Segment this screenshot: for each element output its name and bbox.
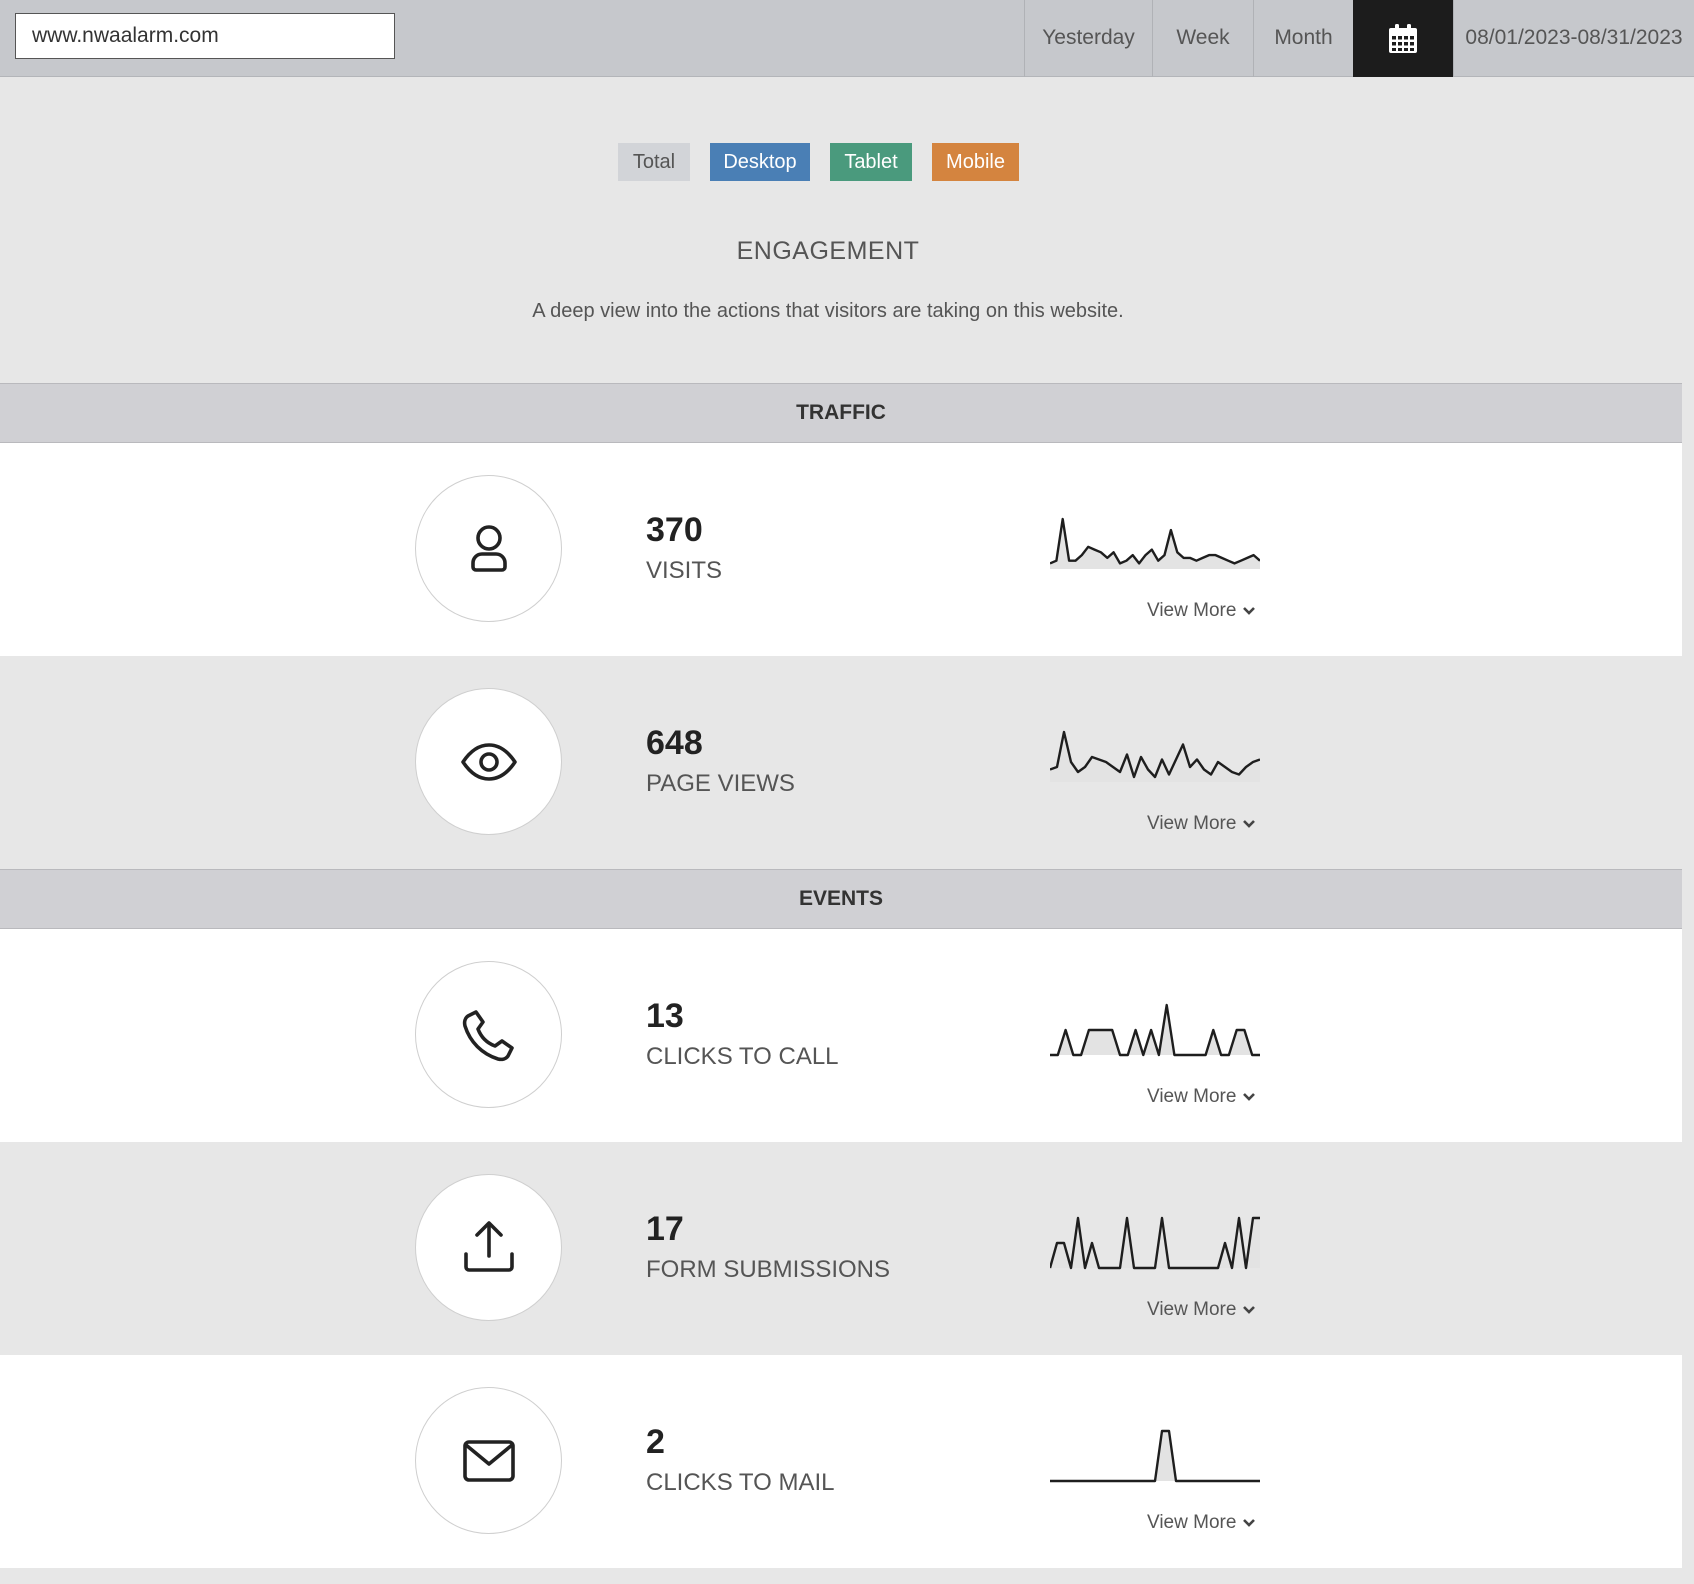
view-more-label: View More xyxy=(1147,1512,1237,1533)
chevron-down-icon xyxy=(1243,1519,1256,1527)
metric-row-clicks-to-mail: 2 CLICKS TO MAIL View More xyxy=(0,1355,1682,1568)
clicks-to-call-value: 13 xyxy=(646,997,684,1035)
range-yesterday-button[interactable]: Yesterday xyxy=(1024,0,1152,77)
clicks-to-mail-label: CLICKS TO MAIL xyxy=(646,1469,835,1496)
mail-icon xyxy=(463,1440,515,1482)
metric-row-page-views: 648 PAGE VIEWS View More xyxy=(0,656,1682,869)
visits-sparkline xyxy=(1050,517,1260,569)
filter-desktop-button[interactable]: Desktop xyxy=(710,143,810,181)
form-submissions-sparkline xyxy=(1050,1216,1260,1270)
calendar-button[interactable] xyxy=(1353,0,1453,77)
metric-row-form-submissions: 17 FORM SUBMISSIONS View More xyxy=(0,1142,1682,1355)
chevron-down-icon xyxy=(1243,1093,1256,1101)
icon-circle xyxy=(415,1174,562,1321)
traffic-section-header: TRAFFIC xyxy=(0,383,1682,443)
metric-row-clicks-to-call: 13 CLICKS TO CALL View More xyxy=(0,929,1682,1142)
phone-icon xyxy=(462,1010,514,1062)
calendar-icon xyxy=(1389,24,1417,53)
filter-total-button[interactable]: Total xyxy=(618,143,690,181)
range-month-button[interactable]: Month xyxy=(1253,0,1353,77)
sparkline-line xyxy=(1050,730,1260,779)
range-week-button[interactable]: Week xyxy=(1152,0,1253,77)
chevron-down-icon xyxy=(1243,607,1256,615)
metric-row-visits: 370 VISITS View More xyxy=(0,443,1682,656)
page-description: A deep view into the actions that visito… xyxy=(532,300,1124,322)
events-section-header: EVENTS xyxy=(0,869,1682,929)
clicks-to-mail-view-more-link[interactable]: View More xyxy=(1147,1512,1256,1534)
form-submissions-value: 17 xyxy=(646,1210,684,1248)
page-views-view-more-link[interactable]: View More xyxy=(1147,813,1256,835)
icon-circle xyxy=(415,961,562,1108)
sparkline-area xyxy=(1050,1005,1260,1055)
form-submissions-label: FORM SUBMISSIONS xyxy=(646,1256,891,1283)
page-views-value: 648 xyxy=(646,724,703,762)
filter-tablet-button[interactable]: Tablet xyxy=(830,143,912,181)
view-more-label: View More xyxy=(1147,813,1237,834)
visits-value: 370 xyxy=(646,511,703,549)
clicks-to-mail-value: 2 xyxy=(646,1423,665,1461)
icon-circle xyxy=(415,475,562,622)
visits-view-more-link[interactable]: View More xyxy=(1147,600,1256,622)
chevron-down-icon xyxy=(1243,1306,1256,1314)
visits-label: VISITS xyxy=(646,557,723,584)
clicks-to-mail-sparkline xyxy=(1050,1429,1260,1483)
form-submissions-view-more-link[interactable]: View More xyxy=(1147,1299,1256,1321)
sparkline-line xyxy=(1050,517,1260,565)
icon-circle xyxy=(415,688,562,835)
view-more-label: View More xyxy=(1147,1086,1237,1107)
page-title: ENGAGEMENT xyxy=(736,237,920,265)
date-range-display[interactable]: 08/01/2023-08/31/2023 xyxy=(1453,0,1694,77)
page-views-sparkline xyxy=(1050,730,1260,782)
view-more-label: View More xyxy=(1147,600,1237,621)
icon-circle xyxy=(415,1387,562,1534)
page-views-label: PAGE VIEWS xyxy=(646,770,795,797)
user-icon xyxy=(471,525,507,572)
chevron-down-icon xyxy=(1243,820,1256,828)
eye-icon xyxy=(461,743,517,781)
clicks-to-call-label: CLICKS TO CALL xyxy=(646,1043,839,1070)
filter-mobile-button[interactable]: Mobile xyxy=(932,143,1019,181)
site-url-input[interactable] xyxy=(15,13,395,59)
sparkline-line xyxy=(1050,1429,1260,1483)
view-more-label: View More xyxy=(1147,1299,1237,1320)
top-toolbar: Yesterday Week Month 08/01/2023-08/31/20… xyxy=(0,0,1694,77)
clicks-to-call-sparkline xyxy=(1050,1003,1260,1057)
clicks-to-call-view-more-link[interactable]: View More xyxy=(1147,1086,1256,1108)
upload-icon xyxy=(464,1221,514,1272)
